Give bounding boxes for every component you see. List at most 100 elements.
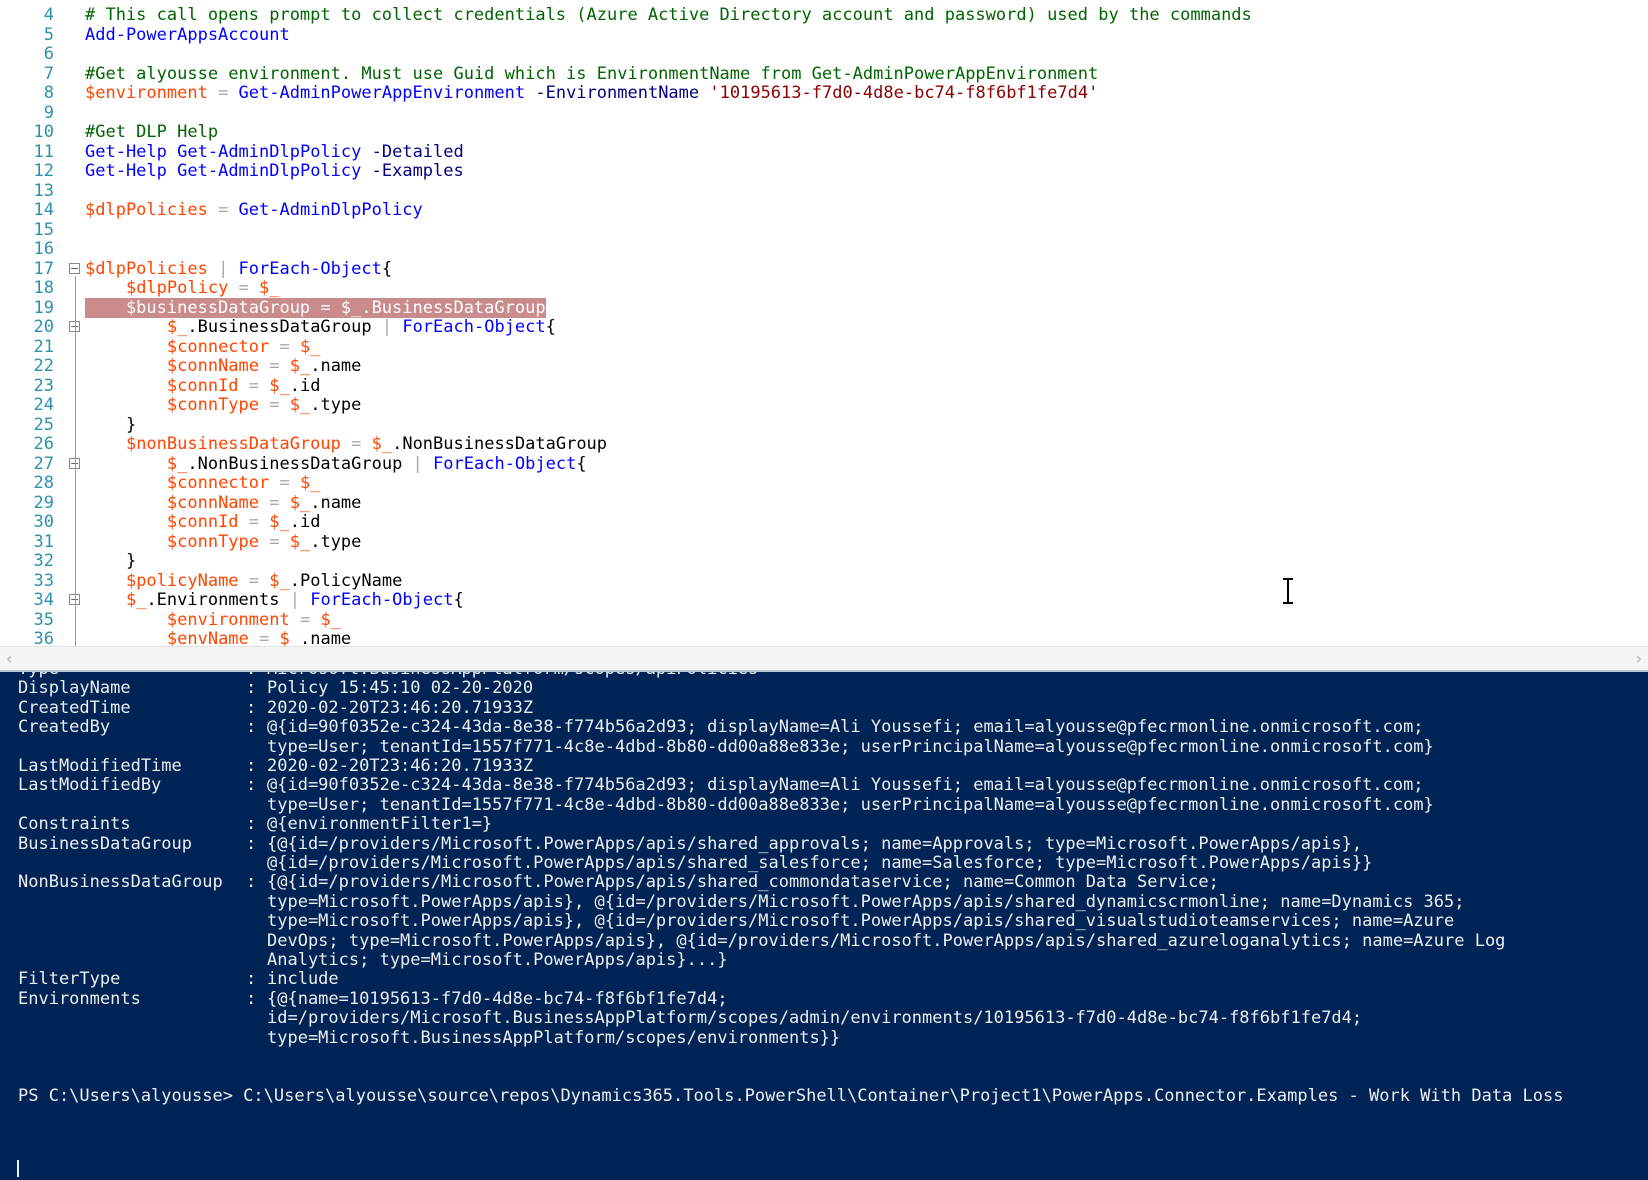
scroll-right-arrow-icon[interactable]: ›	[1636, 649, 1642, 668]
code-line[interactable]: 17 − $dlpPolicies | ForEach-Object{	[0, 258, 1648, 280]
code-line[interactable]: 10 #Get DLP Help	[0, 122, 1648, 143]
property-value: id=/providers/Microsoft.BusinessAppPlatf…	[267, 1008, 1363, 1029]
code-line[interactable]: 29 $connName = $_.name	[0, 493, 1648, 514]
console-prompt[interactable]: PS C:\Users\alyousse> C:\Users\alyousse\…	[18, 1087, 1648, 1107]
line-number: 30	[33, 512, 54, 532]
property-value: @{id=90f0352e-c324-43da-8e38-f774b56a2d9…	[267, 717, 1424, 738]
scroll-left-arrow-icon[interactable]: ‹	[6, 649, 12, 668]
property-value: DevOps; type=Microsoft.PowerApps/apis}, …	[267, 930, 1506, 951]
code-line[interactable]: 18 $dlpPolicy = $_	[0, 278, 1648, 299]
code-token: =	[340, 434, 372, 454]
code-line[interactable]: 16	[0, 239, 1648, 260]
property-name: CreatedBy	[18, 717, 111, 738]
code-line[interactable]: 36 $envName = $_.name	[0, 629, 1648, 646]
property-value: type=Microsoft.BusinessAppPlatform/scope…	[267, 1027, 841, 1048]
property-name: LastModifiedTime	[18, 756, 182, 776]
code-token: .name	[299, 629, 352, 646]
code-token: {	[576, 453, 587, 474]
code-line[interactable]: 26 $nonBusinessDataGroup = $_.NonBusines…	[0, 434, 1648, 455]
code-token: $envName	[166, 629, 249, 646]
script-editor-pane[interactable]: 4 # This call opens prompt to collect cre…	[0, 0, 1648, 646]
code-line[interactable]: 14 $dlpPolicies = Get-AdminDlpPolicy	[0, 200, 1648, 221]
code-line[interactable]: 20− $_.BusinessDataGroup | ForEach-Objec…	[0, 317, 1648, 338]
property-separator: :	[246, 775, 257, 796]
line-number: 20	[33, 317, 54, 337]
code-token: $connector	[166, 336, 270, 357]
code-token: Add-PowerAppsAccount	[85, 24, 290, 45]
code-line[interactable]: 4 # This call opens prompt to collect cre…	[0, 5, 1648, 26]
code-token: $_	[166, 317, 188, 337]
code-line[interactable]: 7 #Get alyousse environment. Must use Gui…	[0, 63, 1648, 85]
code-token: #Get alyousse environment. Must use Guid…	[85, 63, 1099, 84]
code-line[interactable]: 32 }	[0, 551, 1648, 572]
code-token: Get-AdminDlpPolicy	[238, 200, 423, 220]
code-token: =	[269, 473, 300, 493]
breakpoint-highlight: $businessDataGroup = $_.BusinessDataGrou…	[85, 297, 546, 318]
code-line[interactable]: 21 $connector = $_	[0, 336, 1648, 358]
code-line[interactable]: 28 $connector = $_	[0, 473, 1648, 494]
console-output-line: LastModifiedTime:2020-02-20T23:46:20.719…	[18, 756, 1648, 777]
code-token: {	[545, 317, 556, 337]
code-line[interactable]: 35 $environment = $_	[0, 610, 1648, 631]
code-token: |	[371, 317, 403, 337]
code-line[interactable]: 34− $_.Environments | ForEach-Object{	[0, 590, 1648, 611]
code-line[interactable]: 33 $policyName = $_.PolicyName	[0, 571, 1648, 592]
code-text: $businessDataGroup = $_.BusinessDataGrou…	[85, 297, 546, 319]
property-value: Policy 15:45:10 02-20-2020	[267, 678, 534, 699]
code-line[interactable]: 24 $connType = $_.type	[0, 395, 1648, 416]
code-line[interactable]: 15	[0, 220, 1648, 241]
fold-guide	[75, 334, 76, 432]
console-output-line: LastModifiedBy: @{id=90f0352e-c324-43da-8…	[18, 776, 1648, 796]
line-number: 8	[43, 83, 54, 103]
code-line[interactable]: 31 $connType = $_.type	[0, 531, 1648, 553]
fold-collapse-icon[interactable]: −	[69, 262, 80, 274]
code-token: $_	[269, 512, 290, 532]
code-text: $envName = $_.name	[85, 629, 352, 646]
code-line[interactable]: 23 $connId = $_.id	[0, 375, 1648, 397]
line-number: 4	[43, 5, 54, 25]
code-line[interactable]: 9	[0, 103, 1648, 124]
property-value: {@{id=/providers/Microsoft.PowerApps/api…	[267, 833, 1363, 854]
code-line[interactable]: 30 $connId = $_.id	[0, 512, 1648, 533]
code-line[interactable]: 27− $_.NonBusinessDataGroup | ForEach-Ob…	[0, 453, 1648, 475]
console-output-line: DisplayName: Policy 15:45:10 02-20-2020	[18, 679, 1648, 699]
code-token: $environment	[85, 83, 208, 103]
code-token: ForEach-Object	[433, 453, 577, 474]
line-number: 16	[33, 239, 54, 259]
console-pane[interactable]: Type:Microsoft.BusinessAppPlatform/scope…	[0, 672, 1648, 1180]
code-line[interactable]: 8 $environment = Get-AdminPowerAppEnviron…	[0, 83, 1648, 104]
code-line[interactable]: 12 Get-Help Get-AdminDlpPolicy -Examples	[0, 161, 1648, 182]
line-number: 17	[33, 258, 54, 279]
line-number: 22	[33, 356, 54, 376]
property-name: CreatedTime	[18, 697, 131, 718]
code-line[interactable]: 19 $businessDataGroup = $_.BusinessDataG…	[0, 297, 1648, 319]
code-token: =	[207, 200, 239, 220]
code-line[interactable]: 11 Get-Help Get-AdminDlpPolicy -Detailed	[0, 142, 1648, 163]
code-line[interactable]: 6	[0, 44, 1648, 65]
code-line[interactable]: 5 Add-PowerAppsAccount	[0, 24, 1648, 46]
line-number: 5	[43, 24, 54, 45]
code-token: .Environments	[146, 590, 280, 610]
code-line[interactable]: 22 $connName = $_.name	[0, 356, 1648, 377]
property-value: include	[267, 969, 339, 990]
code-token: $connector	[166, 473, 270, 493]
code-token: .type	[310, 531, 362, 552]
line-number: 10	[33, 122, 54, 142]
code-line[interactable]: 13	[0, 181, 1648, 202]
code-token: $connName	[166, 356, 260, 376]
code-token: $connId	[166, 375, 239, 396]
code-line[interactable]: 25 }	[0, 415, 1648, 436]
console-output-line: id=/providers/Microsoft.BusinessAppPlatf…	[18, 1009, 1648, 1029]
code-token: $_	[279, 629, 300, 646]
code-text: $_.NonBusinessDataGroup | ForEach-Object…	[85, 453, 587, 475]
horizontal-scrollbar[interactable]: ‹ ›	[0, 646, 1648, 672]
code-token: $_	[299, 473, 321, 493]
